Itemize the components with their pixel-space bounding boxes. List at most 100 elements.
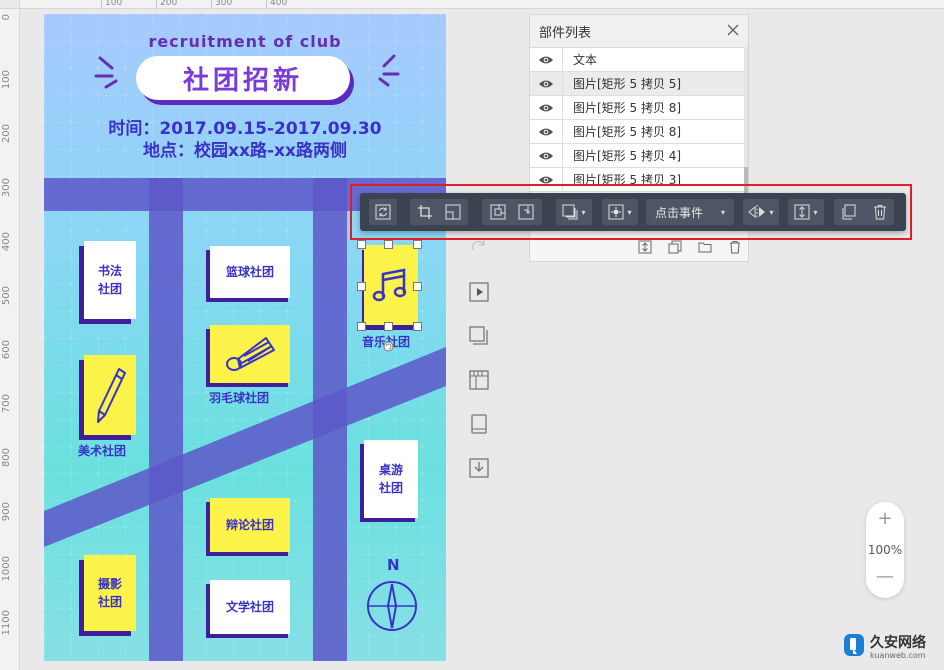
timeline-icon[interactable]: [468, 369, 490, 391]
selection-handle[interactable]: [413, 282, 422, 291]
eye-icon[interactable]: [530, 144, 563, 167]
poster-title[interactable]: 社团招新: [136, 56, 350, 100]
ruler-label: 500: [1, 286, 12, 306]
flip-icon: [748, 205, 766, 219]
eye-icon[interactable]: [530, 120, 563, 143]
ruler-label: 100: [1, 70, 12, 90]
ruler-label: 600: [1, 340, 12, 360]
selection-handle[interactable]: [357, 240, 366, 249]
ruler-tick: [101, 0, 102, 8]
club-card-music[interactable]: [364, 245, 418, 325]
pencil-icon: [97, 368, 126, 423]
bring-forward-icon[interactable]: [490, 204, 506, 220]
shadow-icon: [562, 204, 578, 220]
selection-handle[interactable]: [413, 240, 422, 249]
compass-letter: N: [387, 556, 400, 574]
ruler-label: 100: [105, 0, 123, 8]
selection-handle[interactable]: [384, 240, 393, 249]
folder-icon[interactable]: [698, 240, 712, 254]
layer-row[interactable]: 图片[矩形 5 拷贝 8]: [530, 96, 746, 120]
eye-icon[interactable]: [530, 72, 563, 95]
close-icon[interactable]: [726, 23, 740, 37]
move-layer-icon[interactable]: [638, 240, 652, 254]
click-event-label: 点击事件: [654, 205, 703, 220]
ruler-label: 800: [1, 448, 12, 468]
caret-down-icon: ▾: [721, 207, 726, 217]
selection-handle[interactable]: [357, 322, 366, 331]
trash-icon[interactable]: [872, 204, 888, 220]
click-event-dropdown[interactable]: 点击事件 ▾: [646, 199, 734, 225]
crop-icon[interactable]: [417, 204, 433, 220]
download-icon[interactable]: [468, 457, 490, 479]
replace-button[interactable]: [369, 199, 397, 225]
ruler-horizontal: 100 200 300 400: [19, 0, 944, 9]
delete-layer-icon[interactable]: [728, 240, 742, 254]
layer-name: 图片[矩形 5 拷贝 4]: [573, 149, 682, 163]
flip-button[interactable]: ▾: [743, 199, 779, 225]
caret-down-icon: ▾: [627, 207, 632, 217]
club-card-art[interactable]: [84, 355, 136, 435]
layers-icon[interactable]: [468, 325, 490, 347]
ruler-label: 400: [1, 232, 12, 252]
copy-delete-group[interactable]: [834, 199, 894, 225]
layer-name: 文本: [573, 53, 598, 67]
ruler-label: 700: [1, 394, 12, 414]
selection-handle[interactable]: [413, 322, 422, 331]
zoom-out-button[interactable]: —: [866, 566, 904, 587]
crop-resize-group[interactable]: [410, 199, 468, 225]
layer-row[interactable]: 文本: [530, 48, 746, 72]
zoom-in-button[interactable]: +: [866, 508, 904, 529]
club-card-calligraphy[interactable]: 书法 社团: [84, 241, 136, 319]
eye-icon[interactable]: [530, 48, 563, 71]
music-note-icon: [372, 268, 407, 302]
ruler-tick: [266, 0, 267, 8]
ruler-corner: [0, 0, 20, 9]
poster-subtitle[interactable]: recruitment of club: [44, 32, 446, 51]
shadow-button[interactable]: ▾: [556, 199, 592, 225]
layer-row[interactable]: 图片[矩形 5 拷贝 8]: [530, 120, 746, 144]
caret-down-icon: ▾: [813, 207, 818, 217]
layer-name: 图片[矩形 5 拷贝 5]: [573, 77, 682, 91]
club-card-debate[interactable]: 辩论社团: [210, 498, 290, 552]
mobile-preview-icon[interactable]: [468, 413, 490, 435]
align-button[interactable]: ▾: [788, 199, 824, 225]
poster-place[interactable]: 地点：校园xx路-xx路两侧: [44, 136, 446, 161]
preview-play-icon[interactable]: [468, 281, 490, 303]
watermark: 久安网络 kuanweb.com: [842, 632, 926, 662]
shuttlecock-icon: [226, 337, 275, 371]
club-card-literature[interactable]: 文学社团: [210, 580, 290, 634]
selection-handle[interactable]: [384, 322, 393, 331]
watermark-url: kuanweb.com: [870, 651, 926, 660]
ruler-label: 1000: [1, 556, 12, 582]
club-label-badminton[interactable]: 羽毛球社团: [209, 389, 269, 406]
layer-name: 图片[矩形 5 拷贝 8]: [573, 125, 682, 139]
club-card-basketball[interactable]: 篮球社团: [210, 246, 290, 298]
club-card-boardgame[interactable]: 桌游 社团: [364, 440, 418, 518]
club-label-art[interactable]: 美术社团: [78, 442, 126, 459]
resize-icon[interactable]: [445, 204, 461, 220]
selection-handle[interactable]: [357, 282, 366, 291]
ruler-label: 1100: [1, 610, 12, 636]
poster-canvas[interactable]: recruitment of club 社团招新 时间：2017.09.15-2…: [44, 14, 446, 661]
position-icon: [608, 204, 624, 220]
align-icon: [794, 204, 810, 220]
ruler-vertical: 0 100 200 300 400 500 600 700 800 900 10…: [0, 0, 20, 670]
layer-panel-title: 部件列表: [539, 25, 592, 41]
ruler-label: 200: [1, 124, 12, 144]
club-card-badminton[interactable]: [210, 325, 290, 383]
rotate-handle-icon[interactable]: [383, 341, 394, 352]
arrange-group[interactable]: [482, 199, 542, 225]
layer-panel-header: 部件列表: [530, 15, 748, 48]
club-card-photo[interactable]: 摄影 社团: [84, 555, 136, 631]
position-button[interactable]: ▾: [602, 199, 638, 225]
layer-name: 图片[矩形 5 拷贝 8]: [573, 101, 682, 115]
element-toolbar[interactable]: ▾ ▾ 点击事件 ▾ ▾ ▾: [360, 193, 906, 231]
copy-layer-icon[interactable]: [668, 240, 682, 254]
layer-row[interactable]: 图片[矩形 5 拷贝 4]: [530, 144, 746, 168]
watermark-title: 久安网络: [870, 635, 926, 651]
layer-row[interactable]: 图片[矩形 5 拷贝 5]: [530, 72, 746, 96]
duplicate-icon[interactable]: [840, 204, 856, 220]
send-backward-icon[interactable]: [518, 204, 534, 220]
caret-down-icon: ▾: [581, 207, 586, 217]
eye-icon[interactable]: [530, 96, 563, 119]
